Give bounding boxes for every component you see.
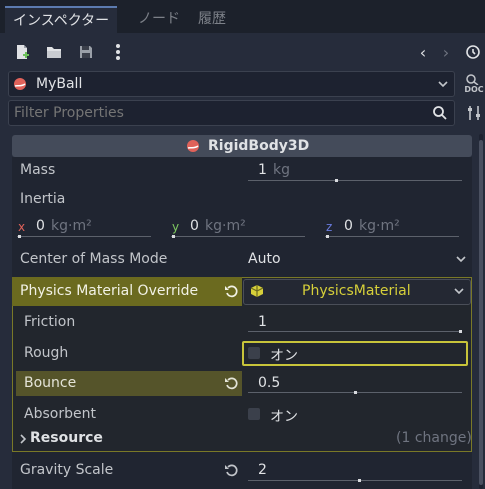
friction-slider-grabber[interactable] [459,330,462,333]
tab-node[interactable]: ノード [130,6,188,33]
physics-material-icon [250,284,264,298]
inertia-y-grabber[interactable] [172,235,175,238]
inertia-z-unit: kg·m² [359,218,400,234]
rigidbody-node-icon [13,77,27,91]
scrollbar-thumb[interactable] [479,140,483,485]
center-of-mass-mode-value: Auto [248,251,281,267]
inertia-x-slider[interactable] [17,236,151,237]
rigidbody-class-icon [186,139,200,153]
gravity-scale-label: Gravity Scale [20,462,114,478]
bounce-value: 0.5 [258,375,281,391]
mass-slider-grabber[interactable] [335,179,338,182]
inertia-y-unit: kg·m² [205,218,246,234]
documentation-icon[interactable]: DOC [463,71,485,97]
tab-inspector[interactable]: インスペクター [5,6,118,33]
gravity-scale-spinbox[interactable] [247,458,463,482]
bounce-slider-grabber[interactable] [354,391,357,394]
rough-checkbox[interactable] [248,347,260,359]
inertia-y-value: 0 [190,218,199,234]
mass-slider-track[interactable] [248,180,462,181]
chevron-down-icon [455,251,467,269]
gravity-scale-slider-track[interactable] [248,480,462,481]
center-of-mass-mode-label: Center of Mass Mode [20,251,168,267]
mass-unit: kg [273,162,290,178]
absorbent-checkbox[interactable] [248,408,260,420]
absorbent-label: Absorbent [24,406,96,422]
search-icon [432,105,448,121]
rough-label: Rough [24,345,69,361]
doc-label: DOC [464,85,484,94]
gravity-scale-value: 2 [258,462,267,478]
inertia-x-unit: kg·m² [51,218,92,234]
inertia-z-value: 0 [344,218,353,234]
gravity-scale-slider-grabber[interactable] [358,479,361,482]
new-resource-icon[interactable] [12,42,32,62]
object-history-icon[interactable] [463,42,483,62]
bounce-label: Bounce [24,375,77,391]
revert-icon[interactable] [224,463,239,478]
physics-material-override-label: Physics Material Override [20,283,199,299]
revert-icon[interactable] [224,376,239,391]
physics-material-value: PhysicsMaterial [302,283,411,299]
open-folder-icon[interactable] [44,42,64,62]
filter-properties-input[interactable] [14,103,414,123]
tools-icon[interactable] [465,104,483,122]
absorbent-toggle-text: オン [270,409,298,425]
rough-toggle-text: オン [270,348,298,364]
more-options-icon[interactable] [108,42,128,62]
mass-value: 1 [258,162,267,178]
inertia-x-axis: x [18,220,26,234]
inertia-z-slider[interactable] [325,236,459,237]
inertia-z-grabber[interactable] [326,235,329,238]
resource-label: Resource [30,430,103,446]
inertia-y-slider[interactable] [171,236,305,237]
tab-history[interactable]: 履歴 [190,6,234,33]
inertia-x-value: 0 [36,218,45,234]
chevron-down-icon [437,75,449,93]
chevron-down-icon [453,284,465,300]
history-back-icon[interactable]: ‹ [414,42,432,62]
history-forward-icon[interactable]: › [437,42,455,62]
chevron-right-icon [19,433,27,445]
node-selector-label: MyBall [36,76,83,92]
revert-icon[interactable] [224,284,239,299]
mass-label: Mass [20,162,56,178]
inertia-z-axis: z [326,220,333,234]
friction-value: 1 [258,314,267,330]
inertia-label: Inertia [20,191,66,207]
friction-slider-track[interactable] [248,331,462,332]
save-icon[interactable] [76,42,96,62]
friction-label: Friction [24,314,76,330]
section-title: RigidBody3D [208,138,310,154]
inertia-y-axis: y [172,220,180,234]
resource-changes: (1 change) [396,430,472,446]
inertia-x-grabber[interactable] [18,235,21,238]
